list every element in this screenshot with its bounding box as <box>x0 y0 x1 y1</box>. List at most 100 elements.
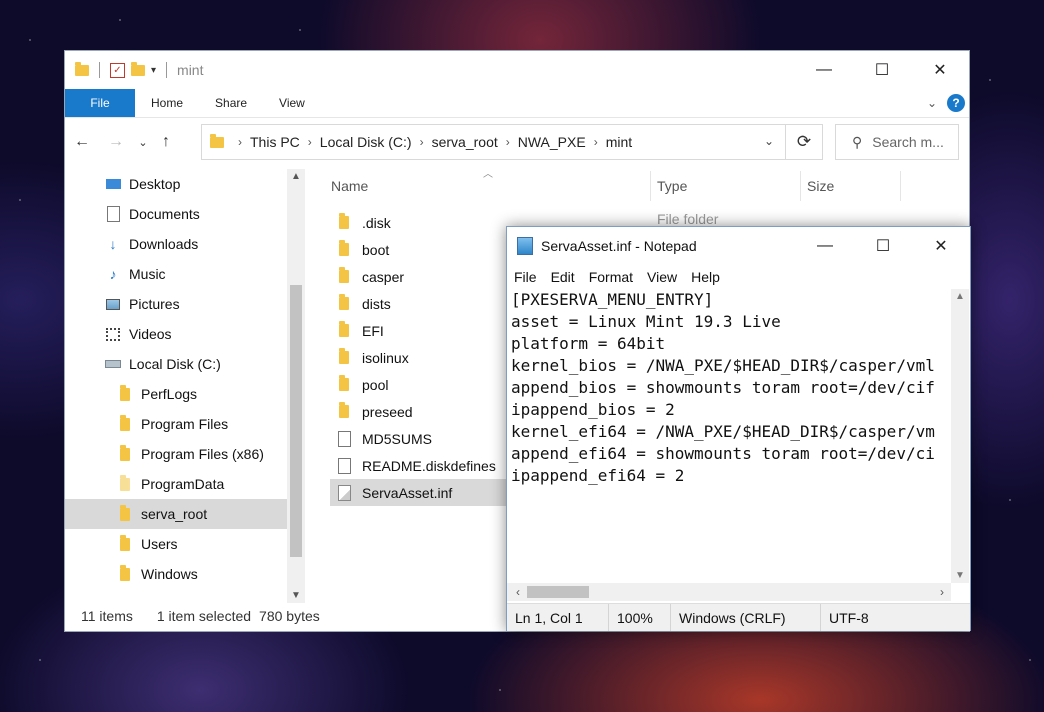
file-row-md5sums[interactable]: MD5SUMS <box>330 425 510 452</box>
column-header-size[interactable]: Size <box>807 169 834 203</box>
nav-item-programdata[interactable]: ProgramData <box>65 469 287 499</box>
navigation-pane-scrollbar[interactable]: ▲ ▼ <box>287 169 305 603</box>
tab-view[interactable]: View <box>263 89 321 117</box>
customize-dropdown-icon[interactable]: ▾ <box>151 65 156 76</box>
menu-format[interactable]: Format <box>582 269 640 285</box>
column-header-name[interactable]: Name <box>331 169 368 203</box>
new-folder-icon[interactable] <box>131 61 145 76</box>
tab-file[interactable]: File <box>65 89 135 117</box>
scroll-up-icon[interactable]: ▲ <box>951 291 969 302</box>
forward-arrow-icon[interactable]: → <box>99 133 133 151</box>
file-row-casper[interactable]: casper <box>330 263 510 290</box>
nav-item-users[interactable]: Users <box>65 529 287 559</box>
address-bar[interactable]: › This PC › Local Disk (C:) › serva_root… <box>201 124 823 160</box>
nav-item-windows[interactable]: Windows <box>65 559 287 589</box>
expand-ribbon-chevron-icon[interactable]: ⌄ <box>927 96 937 110</box>
maximize-button[interactable]: ☐ <box>854 227 912 265</box>
nav-item-serva-root[interactable]: serva_root <box>65 499 287 529</box>
breadcrumb-mint[interactable]: mint <box>606 134 632 150</box>
nav-item-label: Windows <box>141 566 198 582</box>
nav-item-pictures[interactable]: Pictures <box>65 289 287 319</box>
scrollbar-thumb[interactable] <box>290 285 302 557</box>
up-arrow-icon[interactable]: ↑ <box>153 133 179 151</box>
recent-locations-chevron-icon[interactable]: ⌄ <box>133 136 153 149</box>
menu-view[interactable]: View <box>640 269 684 285</box>
nav-item-label: Downloads <box>129 236 199 252</box>
column-divider[interactable] <box>800 171 801 201</box>
nav-item-desktop[interactable]: Desktop <box>65 169 287 199</box>
zoom-level: 100% <box>609 604 671 631</box>
tab-share[interactable]: Share <box>199 89 263 117</box>
minimize-button[interactable]: — <box>796 227 854 265</box>
properties-check-icon[interactable]: ✓ <box>110 62 125 78</box>
file-row-pool[interactable]: pool <box>330 371 510 398</box>
minimize-button[interactable]: — <box>795 51 853 89</box>
nav-item-label: Program Files (x86) <box>141 446 264 462</box>
scroll-right-icon[interactable]: › <box>933 583 951 601</box>
notepad-horizontal-scrollbar[interactable]: ‹ › <box>507 583 951 601</box>
folder-icon <box>336 348 352 364</box>
nav-item-label: Pictures <box>129 296 180 312</box>
item-count: 11 items <box>81 608 133 624</box>
notepad-window-controls: — ☐ ✕ <box>796 227 970 265</box>
text-line: kernel_bios = /NWA_PXE/$HEAD_DIR$/casper… <box>511 356 935 375</box>
file-row-boot[interactable]: boot <box>330 236 510 263</box>
refresh-button[interactable]: ⟳ <box>785 124 823 160</box>
search-box[interactable]: ⚲ Search m... <box>835 124 959 160</box>
nav-item-local-disk[interactable]: Local Disk (C:) <box>65 349 287 379</box>
nav-item-documents[interactable]: Documents <box>65 199 287 229</box>
nav-item-downloads[interactable]: ↓ Downloads <box>65 229 287 259</box>
explorer-titlebar: ✓ ▾ mint — ☐ ✕ <box>65 51 969 89</box>
breadcrumb-separator-icon: › <box>307 135 312 149</box>
file-row-isolinux[interactable]: isolinux <box>330 344 510 371</box>
search-icon: ⚲ <box>852 133 863 150</box>
breadcrumb-local-disk[interactable]: Local Disk (C:) <box>320 134 412 150</box>
breadcrumb-serva-root[interactable]: serva_root <box>432 134 498 150</box>
file-name: casper <box>362 268 405 285</box>
text-line: kernel_efi64 = /NWA_PXE/$HEAD_DIR$/caspe… <box>511 422 935 441</box>
folder-icon <box>336 402 352 418</box>
scroll-left-icon[interactable]: ‹ <box>509 583 527 601</box>
file-row-disk[interactable]: .disk <box>330 209 510 236</box>
file-row-readme-diskdefines[interactable]: README.diskdefines <box>330 452 510 479</box>
scrollbar-thumb[interactable] <box>527 586 589 598</box>
nav-item-music[interactable]: ♪ Music <box>65 259 287 289</box>
folder-icon <box>336 240 352 256</box>
column-divider[interactable] <box>650 171 651 201</box>
column-header-type[interactable]: Type <box>657 169 687 203</box>
scroll-up-icon[interactable]: ▲ <box>287 171 305 182</box>
file-row-dists[interactable]: dists <box>330 290 510 317</box>
tab-home[interactable]: Home <box>135 89 199 117</box>
notepad-vertical-scrollbar[interactable]: ▲ ▼ <box>951 289 969 583</box>
close-button[interactable]: ✕ <box>911 51 969 89</box>
nav-item-perflogs[interactable]: PerfLogs <box>65 379 287 409</box>
documents-icon <box>105 206 121 222</box>
notepad-text-area[interactable]: [PXESERVA_MENU_ENTRY] asset = Linux Mint … <box>511 289 949 583</box>
file-row-preseed[interactable]: preseed <box>330 398 510 425</box>
breadcrumb-nwa-pxe[interactable]: NWA_PXE <box>518 134 586 150</box>
notepad-title: ServaAsset.inf - Notepad <box>541 238 697 254</box>
breadcrumb-separator-icon: › <box>505 135 510 149</box>
close-button[interactable]: ✕ <box>912 227 970 265</box>
file-row-efi[interactable]: EFI <box>330 317 510 344</box>
back-arrow-icon[interactable]: ← <box>65 133 99 151</box>
breadcrumb-this-pc[interactable]: This PC <box>250 134 300 150</box>
divider <box>166 62 168 78</box>
menu-help[interactable]: Help <box>684 269 727 285</box>
nav-item-videos[interactable]: Videos <box>65 319 287 349</box>
menu-edit[interactable]: Edit <box>544 269 582 285</box>
nav-item-program-files[interactable]: Program Files <box>65 409 287 439</box>
address-dropdown-icon[interactable]: ⌄ <box>764 134 774 148</box>
menu-file[interactable]: File <box>507 269 544 285</box>
nav-item-label: Local Disk (C:) <box>129 356 221 372</box>
nav-item-program-files-x86[interactable]: Program Files (x86) <box>65 439 287 469</box>
scroll-down-icon[interactable]: ▼ <box>287 590 305 601</box>
column-divider[interactable] <box>900 171 901 201</box>
scroll-down-icon[interactable]: ▼ <box>951 570 969 581</box>
maximize-button[interactable]: ☐ <box>853 51 911 89</box>
help-icon[interactable]: ? <box>947 94 965 112</box>
file-row-servaasset-inf[interactable]: ServaAsset.inf <box>330 479 510 506</box>
music-icon: ♪ <box>109 266 117 282</box>
nav-item-label: Videos <box>129 326 172 342</box>
text-line: append_efi64 = showmounts toram root=/de… <box>511 444 935 463</box>
